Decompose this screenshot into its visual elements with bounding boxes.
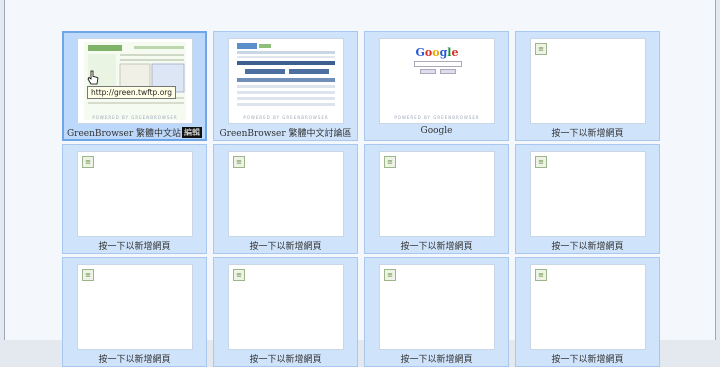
speed-dial-tile-6[interactable]: ≡ 按一下以新增網頁 bbox=[213, 144, 358, 254]
empty-thumbnail: ≡ bbox=[530, 38, 646, 124]
page-placeholder-icon: ≡ bbox=[384, 269, 396, 281]
add-page-label: 按一下以新增網頁 bbox=[98, 355, 171, 365]
add-page-label: 按一下以新增網頁 bbox=[551, 129, 624, 139]
add-page-label: 按一下以新增網頁 bbox=[400, 355, 473, 365]
empty-thumbnail: ≡ bbox=[530, 264, 646, 350]
speed-dial-tile-3[interactable]: Google POWERED BY GREENBROWSER Google bbox=[364, 31, 509, 141]
tile-label: GreenBrowser 繁體中文討論區 bbox=[219, 129, 352, 139]
page-placeholder-icon: ≡ bbox=[535, 269, 547, 281]
page-placeholder-icon: ≡ bbox=[82, 156, 94, 168]
speed-dial-panel: POWERED BY GREENBROWSER http://green.twf… bbox=[4, 0, 716, 367]
empty-thumbnail: ≡ bbox=[379, 264, 495, 350]
speed-dial-tile-9[interactable]: ≡ 按一下以新增網頁 bbox=[62, 257, 207, 367]
powered-by-text: POWERED BY GREENBROWSER bbox=[243, 115, 329, 120]
speed-dial-tile-11[interactable]: ≡ 按一下以新增網頁 bbox=[364, 257, 509, 367]
page-placeholder-icon: ≡ bbox=[233, 269, 245, 281]
page-placeholder-icon: ≡ bbox=[535, 156, 547, 168]
empty-thumbnail: ≡ bbox=[228, 264, 344, 350]
page-placeholder-icon: ≡ bbox=[535, 43, 547, 55]
google-button-preview bbox=[420, 69, 436, 74]
tile-label: Google bbox=[420, 126, 453, 136]
speed-dial-tile-12[interactable]: ≡ 按一下以新增網頁 bbox=[515, 257, 660, 367]
add-page-label: 按一下以新增網頁 bbox=[551, 355, 624, 365]
tile-title: GreenBrowser 繁體中文站 bbox=[66, 129, 182, 139]
url-tooltip: http://green.twftp.org bbox=[87, 86, 176, 99]
powered-by-text: POWERED BY GREENBROWSER bbox=[92, 115, 178, 120]
page-placeholder-icon: ≡ bbox=[233, 156, 245, 168]
speed-dial-tile-5[interactable]: ≡ 按一下以新增網頁 bbox=[62, 144, 207, 254]
tile-label: GreenBrowser 繁體中文站 編輯 bbox=[64, 126, 205, 139]
speed-dial-tile-2[interactable]: POWERED BY GREENBROWSER GreenBrowser 繁體中… bbox=[213, 31, 358, 141]
speed-dial-tile-1[interactable]: POWERED BY GREENBROWSER http://green.twf… bbox=[62, 31, 207, 141]
google-button-preview bbox=[440, 69, 456, 74]
empty-thumbnail: ≡ bbox=[530, 151, 646, 237]
google-logo: Google bbox=[415, 46, 459, 59]
speed-dial-tile-10[interactable]: ≡ 按一下以新增網頁 bbox=[213, 257, 358, 367]
page-placeholder-icon: ≡ bbox=[384, 156, 396, 168]
empty-thumbnail: ≡ bbox=[228, 151, 344, 237]
powered-by-text: POWERED BY GREENBROWSER bbox=[394, 115, 480, 120]
speed-dial-tile-7[interactable]: ≡ 按一下以新增網頁 bbox=[364, 144, 509, 254]
speed-dial-tile-4[interactable]: ≡ 按一下以新增網頁 bbox=[515, 31, 660, 141]
add-page-label: 按一下以新增網頁 bbox=[400, 242, 473, 252]
page-placeholder-icon: ≡ bbox=[82, 269, 94, 281]
empty-thumbnail: ≡ bbox=[77, 151, 193, 237]
google-search-box-preview bbox=[414, 61, 462, 67]
empty-thumbnail: ≡ bbox=[77, 264, 193, 350]
speed-dial-tile-8[interactable]: ≡ 按一下以新增網頁 bbox=[515, 144, 660, 254]
add-page-label: 按一下以新增網頁 bbox=[249, 242, 322, 252]
add-page-label: 按一下以新增網頁 bbox=[551, 242, 624, 252]
edit-button[interactable]: 編輯 bbox=[182, 127, 203, 138]
add-page-label: 按一下以新增網頁 bbox=[249, 355, 322, 365]
page-thumbnail: POWERED BY GREENBROWSER bbox=[228, 38, 344, 124]
hand-cursor-icon bbox=[87, 70, 99, 85]
page-thumbnail: Google POWERED BY GREENBROWSER bbox=[379, 38, 495, 124]
empty-thumbnail: ≡ bbox=[379, 151, 495, 237]
add-page-label: 按一下以新增網頁 bbox=[98, 242, 171, 252]
forum-site-preview bbox=[237, 43, 335, 106]
page-thumbnail: POWERED BY GREENBROWSER http://green.twf… bbox=[77, 38, 193, 124]
